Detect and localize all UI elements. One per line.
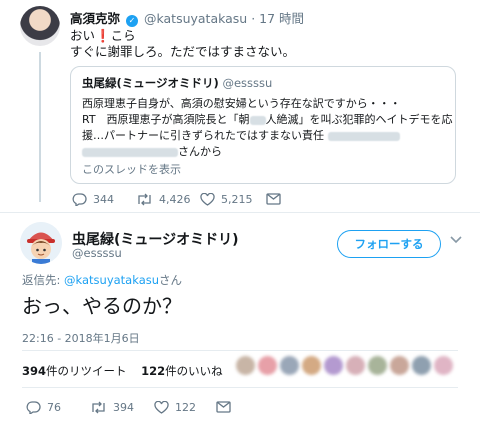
avatar-mushio[interactable]	[20, 222, 62, 264]
quote-line1: 西原理恵子自身が、高須の慰安婦という存在な訳ですから・・・	[82, 97, 401, 110]
like-stat[interactable]: 122件のいいね	[141, 364, 223, 378]
chevron-down-icon[interactable]	[450, 236, 462, 244]
tweet1-like-button[interactable]: 5,215	[200, 193, 253, 206]
retweet-stat-label: 件のリツイート	[46, 364, 127, 378]
reply-to-line: 返信先: @katsuyatakasuさん	[22, 272, 182, 288]
tweet2-author-handle[interactable]: @essssu	[72, 246, 122, 260]
heart-icon	[200, 193, 215, 206]
redacted-text	[249, 115, 266, 125]
tweet1-dm-button[interactable]	[266, 193, 281, 205]
retweet-stat-count: 394	[22, 364, 47, 378]
tweet1-author-name[interactable]: 高須克弥	[70, 11, 120, 26]
like-stat-count: 122	[141, 364, 166, 378]
reply-to-handle-link[interactable]: @katsuyatakasu	[64, 273, 159, 287]
liker-avatar[interactable]	[434, 356, 453, 375]
quote-line3-text: 援…パートナーに引きずられたではすまない責任	[82, 129, 324, 142]
liker-avatars	[236, 356, 453, 375]
quote-author-handle: @essssu	[222, 76, 273, 90]
quote-header: 虫尾緑(ミュージオミドリ) @essssu	[82, 75, 272, 91]
envelope-icon	[216, 401, 231, 413]
quote-line2-a: RT 西原理恵子が高須院長と「朝	[82, 113, 250, 126]
quote-line3: 援…パートナーに引きずられたではすまない責任	[82, 127, 400, 143]
liker-avatar[interactable]	[412, 356, 431, 375]
envelope-icon	[266, 193, 281, 205]
tweet1-retweet-count: 4,426	[159, 193, 191, 206]
tweet2-reply-button[interactable]: 76	[26, 401, 61, 414]
liker-avatar[interactable]	[280, 356, 299, 375]
redacted-text	[82, 147, 178, 157]
liker-avatar[interactable]	[302, 356, 321, 375]
retweet-icon	[138, 193, 151, 206]
tweet1-author-handle[interactable]: @katsuyatakasu	[144, 11, 247, 26]
follow-button[interactable]: フォローする	[337, 230, 441, 258]
liker-avatar[interactable]	[390, 356, 409, 375]
tweet2-text: おっ、やるのか？	[22, 294, 182, 318]
liker-avatar[interactable]	[368, 356, 387, 375]
divider	[22, 387, 458, 388]
quote-line2-b: 人絶滅」を叫ぶ犯罪的ヘイトデモを応	[265, 113, 453, 126]
tweet2-dm-button[interactable]	[216, 401, 231, 413]
quote-author-name: 虫尾緑(ミュージオミドリ)	[82, 76, 219, 90]
tweet1-text-line2: すぐに謝罪しろ。ただではすまさない。	[70, 44, 296, 59]
tweet1-time[interactable]: 17 時間	[259, 11, 304, 26]
retweet-stat[interactable]: 394件のリツイート	[22, 364, 127, 378]
redacted-text	[328, 131, 400, 141]
quoted-tweet-card[interactable]: 虫尾緑(ミュージオミドリ) @essssu 西原理恵子自身が、高須の慰安婦という…	[70, 66, 456, 184]
tweet2-reply-count: 76	[47, 401, 61, 414]
retweet-icon	[92, 401, 105, 414]
tweet2-like-button[interactable]: 122	[154, 401, 196, 414]
quote-line4-text: さんから	[178, 145, 222, 158]
heart-icon	[154, 401, 169, 414]
cartoon-avatar-icon	[20, 222, 62, 264]
reply-to-suffix: さん	[159, 273, 183, 287]
avatar-takasu[interactable]	[20, 6, 60, 46]
reply-icon	[72, 193, 87, 206]
liker-avatar[interactable]	[258, 356, 277, 375]
divider	[22, 350, 458, 351]
reply-icon	[26, 401, 41, 414]
reply-to-label: 返信先:	[22, 273, 65, 287]
liker-avatar[interactable]	[346, 356, 365, 375]
tweet1-retweet-button[interactable]: 4,426	[136, 193, 191, 206]
quote-line4: さんから	[82, 143, 222, 159]
tweet2-retweet-button[interactable]: 394	[90, 401, 134, 414]
tweet2-retweet-count: 394	[113, 401, 134, 414]
tweet1-reply-count: 344	[93, 193, 114, 206]
tweet2-timestamp[interactable]: 22:16 - 2018年1月6日	[22, 330, 140, 346]
liker-avatar[interactable]	[324, 356, 343, 375]
like-stat-label: 件のいいね	[165, 364, 223, 378]
liker-avatar[interactable]	[236, 356, 255, 375]
tweet1-reply-button[interactable]: 344	[72, 193, 114, 206]
engagement-stats: 394件のリツイート 122件のいいね	[22, 363, 223, 379]
tweet1-like-count: 5,215	[221, 193, 253, 206]
show-thread-link[interactable]: このスレッドを表示	[82, 161, 181, 177]
quote-line2: RT 西原理恵子が高須院長と「朝 人絶滅」を叫ぶ犯罪的ヘイトデモを応	[82, 111, 453, 127]
thread-line	[39, 52, 41, 202]
tweet2-like-count: 122	[175, 401, 196, 414]
divider	[0, 212, 480, 213]
